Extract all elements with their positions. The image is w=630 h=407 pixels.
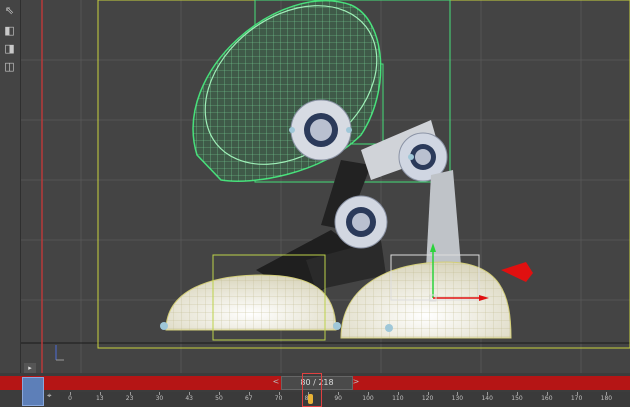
ruler-tick-label: 170 (570, 395, 583, 402)
ruler-tick-label: 70 (274, 395, 283, 402)
move-arrow-icon (501, 262, 533, 282)
ruler-tick-label: 43 (185, 395, 194, 402)
axis-indicator (55, 345, 64, 361)
camera-record-icon[interactable]: ◫ (1, 58, 18, 75)
ruler-tick-label: 120 (421, 395, 434, 402)
ruler-tick-label: 13 (95, 395, 104, 402)
ruler-tick-label: 110 (392, 395, 404, 402)
ruler-tick-label: 150 (511, 395, 523, 402)
select-tool-icon[interactable]: ⇖ (1, 2, 18, 19)
prev-frame-button[interactable]: < (272, 376, 280, 388)
ruler-tick-label: 100 (362, 395, 374, 402)
ruler-tick-label: 140 (481, 395, 493, 402)
left-toolbar: ⇖ ◧ ◨ ◫ (0, 0, 21, 407)
ruler-tick-label: 160 (541, 395, 553, 402)
hinge-top[interactable] (290, 99, 352, 161)
hinge-middle[interactable] (334, 195, 388, 249)
ruler-tick-label: 130 (451, 395, 464, 402)
ruler-tick-label: 180 (600, 395, 613, 402)
key-mode-icon[interactable]: ⌖ (47, 391, 57, 401)
ruler-tick-label: 0 (68, 395, 72, 402)
lamp-right-arm[interactable] (426, 170, 461, 268)
expand-button[interactable]: ▸ (24, 363, 36, 373)
ruler-tick-label: 90 (334, 395, 343, 402)
camera-add-icon[interactable]: ◧ (1, 22, 18, 39)
active-viewport-swatch[interactable] (22, 377, 44, 406)
next-frame-button[interactable]: > (352, 376, 360, 388)
ruler-tick-label: 30 (155, 395, 164, 402)
ruler-tick-label: 23 (125, 395, 134, 402)
time-slider-knob[interactable] (308, 394, 313, 404)
timeline-ruler[interactable]: 0132330435067708090100110120130140150160… (60, 392, 630, 407)
ruler-tick-label: 50 (215, 395, 223, 402)
camera-target-icon[interactable]: ◨ (1, 40, 18, 57)
ruler-tick-label: 67 (244, 395, 253, 402)
scene-render (21, 0, 630, 373)
viewport-3d[interactable] (21, 0, 630, 373)
